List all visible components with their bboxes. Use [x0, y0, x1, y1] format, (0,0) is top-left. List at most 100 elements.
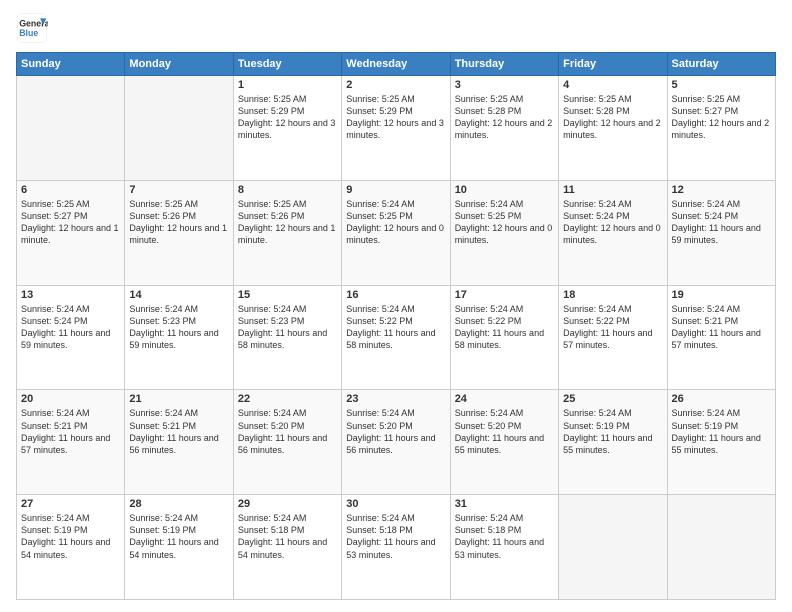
sunset-label: Sunset: 5:20 PM: [238, 421, 305, 431]
day-detail: Sunrise: 5:24 AM Sunset: 5:18 PM Dayligh…: [346, 512, 445, 561]
sunrise-label: Sunrise: 5:24 AM: [238, 513, 307, 523]
day-number: 25: [563, 393, 662, 405]
day-number: 27: [21, 498, 120, 510]
sunset-label: Sunset: 5:29 PM: [238, 106, 305, 116]
sunset-label: Sunset: 5:18 PM: [238, 525, 305, 535]
day-number: 7: [129, 184, 228, 196]
sunrise-label: Sunrise: 5:24 AM: [672, 199, 741, 209]
sunrise-label: Sunrise: 5:24 AM: [563, 199, 632, 209]
day-detail: Sunrise: 5:24 AM Sunset: 5:20 PM Dayligh…: [346, 407, 445, 456]
calendar-cell: 11 Sunrise: 5:24 AM Sunset: 5:24 PM Dayl…: [559, 180, 667, 285]
sunrise-label: Sunrise: 5:24 AM: [455, 513, 524, 523]
calendar-cell: 30 Sunrise: 5:24 AM Sunset: 5:18 PM Dayl…: [342, 495, 450, 600]
calendar-week-row: 20 Sunrise: 5:24 AM Sunset: 5:21 PM Dayl…: [17, 390, 776, 495]
sunset-label: Sunset: 5:22 PM: [563, 316, 630, 326]
sunrise-label: Sunrise: 5:24 AM: [346, 199, 415, 209]
calendar-cell: [17, 76, 125, 181]
calendar-cell: 28 Sunrise: 5:24 AM Sunset: 5:19 PM Dayl…: [125, 495, 233, 600]
sunrise-label: Sunrise: 5:24 AM: [21, 304, 90, 314]
daylight-label: Daylight: 11 hours and 57 minutes.: [672, 328, 761, 350]
day-detail: Sunrise: 5:25 AM Sunset: 5:29 PM Dayligh…: [346, 93, 445, 142]
sunrise-label: Sunrise: 5:24 AM: [455, 408, 524, 418]
calendar-cell: 6 Sunrise: 5:25 AM Sunset: 5:27 PM Dayli…: [17, 180, 125, 285]
calendar-cell: 26 Sunrise: 5:24 AM Sunset: 5:19 PM Dayl…: [667, 390, 775, 495]
day-number: 13: [21, 289, 120, 301]
calendar-cell: 16 Sunrise: 5:24 AM Sunset: 5:22 PM Dayl…: [342, 285, 450, 390]
day-number: 5: [672, 79, 771, 91]
day-number: 17: [455, 289, 554, 301]
daylight-label: Daylight: 11 hours and 54 minutes.: [129, 537, 218, 559]
day-detail: Sunrise: 5:24 AM Sunset: 5:19 PM Dayligh…: [563, 407, 662, 456]
daylight-label: Daylight: 11 hours and 56 minutes.: [346, 433, 435, 455]
sunrise-label: Sunrise: 5:24 AM: [563, 408, 632, 418]
calendar-table: SundayMondayTuesdayWednesdayThursdayFrid…: [16, 52, 776, 600]
daylight-label: Daylight: 11 hours and 59 minutes.: [21, 328, 110, 350]
calendar-cell: 29 Sunrise: 5:24 AM Sunset: 5:18 PM Dayl…: [233, 495, 341, 600]
calendar-week-row: 6 Sunrise: 5:25 AM Sunset: 5:27 PM Dayli…: [17, 180, 776, 285]
calendar-cell: 12 Sunrise: 5:24 AM Sunset: 5:24 PM Dayl…: [667, 180, 775, 285]
day-number: 3: [455, 79, 554, 91]
day-detail: Sunrise: 5:25 AM Sunset: 5:27 PM Dayligh…: [672, 93, 771, 142]
daylight-label: Daylight: 11 hours and 55 minutes.: [455, 433, 544, 455]
sunset-label: Sunset: 5:26 PM: [129, 211, 196, 221]
day-number: 2: [346, 79, 445, 91]
calendar-cell: 22 Sunrise: 5:24 AM Sunset: 5:20 PM Dayl…: [233, 390, 341, 495]
day-number: 1: [238, 79, 337, 91]
sunrise-label: Sunrise: 5:24 AM: [21, 513, 90, 523]
sunrise-label: Sunrise: 5:25 AM: [129, 199, 198, 209]
sunrise-label: Sunrise: 5:24 AM: [238, 304, 307, 314]
daylight-label: Daylight: 11 hours and 53 minutes.: [455, 537, 544, 559]
day-detail: Sunrise: 5:24 AM Sunset: 5:23 PM Dayligh…: [129, 303, 228, 352]
calendar-cell: 21 Sunrise: 5:24 AM Sunset: 5:21 PM Dayl…: [125, 390, 233, 495]
daylight-label: Daylight: 11 hours and 56 minutes.: [238, 433, 327, 455]
sunset-label: Sunset: 5:28 PM: [563, 106, 630, 116]
day-number: 24: [455, 393, 554, 405]
day-detail: Sunrise: 5:24 AM Sunset: 5:22 PM Dayligh…: [346, 303, 445, 352]
day-number: 12: [672, 184, 771, 196]
day-number: 26: [672, 393, 771, 405]
daylight-label: Daylight: 11 hours and 57 minutes.: [563, 328, 652, 350]
daylight-label: Daylight: 11 hours and 57 minutes.: [21, 433, 110, 455]
sunset-label: Sunset: 5:20 PM: [455, 421, 522, 431]
daylight-label: Daylight: 11 hours and 58 minutes.: [346, 328, 435, 350]
calendar-cell: [667, 495, 775, 600]
day-number: 14: [129, 289, 228, 301]
day-number: 10: [455, 184, 554, 196]
col-header-monday: Monday: [125, 53, 233, 76]
day-detail: Sunrise: 5:25 AM Sunset: 5:27 PM Dayligh…: [21, 198, 120, 247]
day-number: 19: [672, 289, 771, 301]
calendar-cell: 24 Sunrise: 5:24 AM Sunset: 5:20 PM Dayl…: [450, 390, 558, 495]
daylight-label: Daylight: 12 hours and 0 minutes.: [455, 223, 553, 245]
day-number: 30: [346, 498, 445, 510]
sunrise-label: Sunrise: 5:25 AM: [563, 94, 632, 104]
sunset-label: Sunset: 5:25 PM: [346, 211, 413, 221]
sunrise-label: Sunrise: 5:24 AM: [455, 199, 524, 209]
sunrise-label: Sunrise: 5:24 AM: [21, 408, 90, 418]
day-detail: Sunrise: 5:24 AM Sunset: 5:18 PM Dayligh…: [238, 512, 337, 561]
calendar-cell: 7 Sunrise: 5:25 AM Sunset: 5:26 PM Dayli…: [125, 180, 233, 285]
day-detail: Sunrise: 5:24 AM Sunset: 5:24 PM Dayligh…: [21, 303, 120, 352]
col-header-sunday: Sunday: [17, 53, 125, 76]
calendar-cell: 20 Sunrise: 5:24 AM Sunset: 5:21 PM Dayl…: [17, 390, 125, 495]
calendar-week-row: 1 Sunrise: 5:25 AM Sunset: 5:29 PM Dayli…: [17, 76, 776, 181]
sunset-label: Sunset: 5:19 PM: [129, 525, 196, 535]
sunset-label: Sunset: 5:20 PM: [346, 421, 413, 431]
calendar-cell: 1 Sunrise: 5:25 AM Sunset: 5:29 PM Dayli…: [233, 76, 341, 181]
col-header-wednesday: Wednesday: [342, 53, 450, 76]
day-number: 23: [346, 393, 445, 405]
daylight-label: Daylight: 12 hours and 2 minutes.: [672, 118, 770, 140]
calendar-cell: 2 Sunrise: 5:25 AM Sunset: 5:29 PM Dayli…: [342, 76, 450, 181]
day-detail: Sunrise: 5:25 AM Sunset: 5:26 PM Dayligh…: [238, 198, 337, 247]
day-number: 11: [563, 184, 662, 196]
calendar-week-row: 27 Sunrise: 5:24 AM Sunset: 5:19 PM Dayl…: [17, 495, 776, 600]
daylight-label: Daylight: 11 hours and 58 minutes.: [238, 328, 327, 350]
col-header-thursday: Thursday: [450, 53, 558, 76]
daylight-label: Daylight: 11 hours and 55 minutes.: [563, 433, 652, 455]
sunrise-label: Sunrise: 5:24 AM: [129, 513, 198, 523]
day-number: 15: [238, 289, 337, 301]
sunrise-label: Sunrise: 5:24 AM: [563, 304, 632, 314]
day-detail: Sunrise: 5:24 AM Sunset: 5:25 PM Dayligh…: [455, 198, 554, 247]
sunset-label: Sunset: 5:26 PM: [238, 211, 305, 221]
logo-icon: General Blue: [16, 12, 48, 44]
sunset-label: Sunset: 5:23 PM: [238, 316, 305, 326]
